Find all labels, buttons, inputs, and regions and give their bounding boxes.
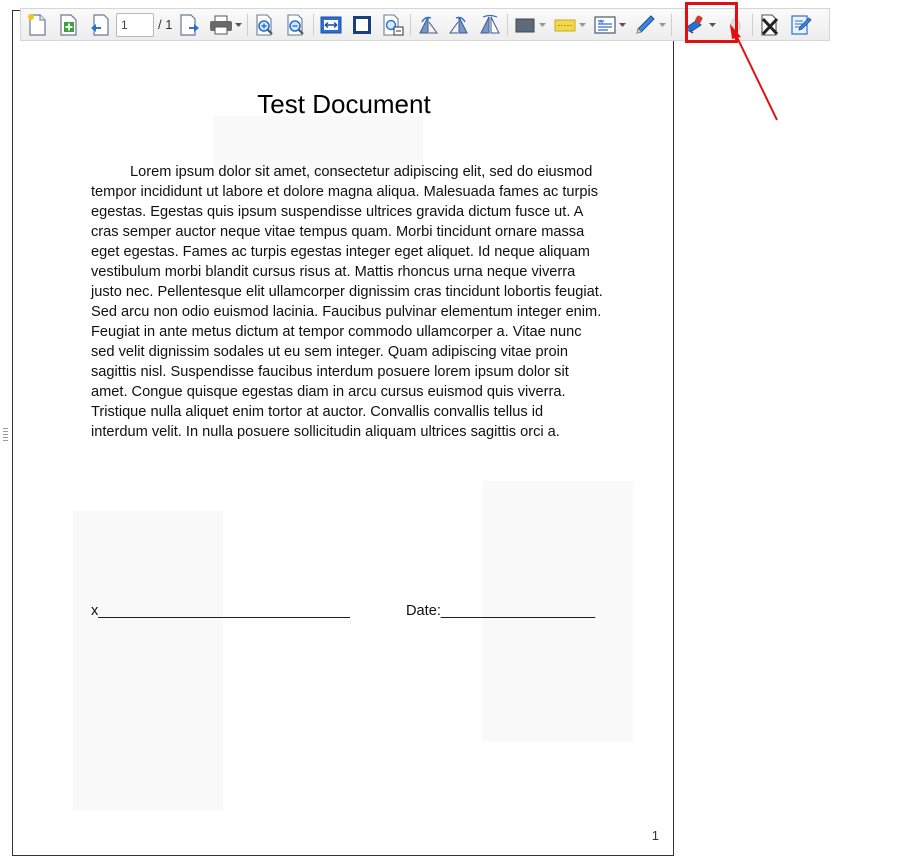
add-page-button[interactable] — [54, 11, 81, 38]
fit-page-button[interactable] — [348, 11, 375, 38]
toolbar-separator — [671, 13, 673, 36]
flip-button[interactable] — [476, 11, 503, 38]
date-line: Date:___________________ — [406, 603, 596, 619]
next-page-button[interactable] — [176, 11, 203, 38]
zoom-out-icon — [287, 13, 304, 36]
toolbar-separator — [410, 13, 412, 36]
previous-page-button[interactable] — [85, 11, 112, 38]
pen-options-dropdown[interactable] — [658, 11, 667, 38]
pen-button[interactable] — [631, 11, 658, 38]
text-box-options-dropdown[interactable] — [618, 11, 627, 38]
signature-line: x_______________________________ — [91, 603, 350, 619]
print-options-dropdown[interactable] — [234, 11, 243, 38]
new-document-button[interactable] — [23, 11, 50, 38]
zoom-in-button[interactable] — [251, 11, 278, 38]
edit-notes-icon — [791, 14, 812, 35]
fit-width-icon — [320, 16, 342, 33]
next-page-icon — [180, 13, 199, 36]
highlight-options-dropdown[interactable] — [578, 11, 587, 38]
page-setup-icon — [383, 13, 404, 36]
flip-icon — [480, 14, 500, 33]
chevron-down-icon — [579, 22, 587, 27]
chevron-down-icon — [659, 22, 667, 27]
rectangle-color-button[interactable] — [511, 11, 538, 38]
toolbar-separator — [507, 13, 509, 36]
rectangle-options-dropdown[interactable] — [538, 11, 547, 38]
zoom-in-icon — [256, 13, 273, 36]
edit-notes-button[interactable] — [787, 11, 814, 38]
rotate-left-icon — [419, 16, 438, 33]
text-box-icon: A — [594, 15, 616, 34]
page-setup-button[interactable] — [379, 11, 406, 38]
highlight-text-button[interactable] — [551, 11, 578, 38]
add-page-icon — [59, 13, 77, 36]
previous-page-icon — [90, 13, 109, 36]
printer-icon — [209, 15, 232, 34]
rectangle-icon — [515, 18, 535, 32]
svg-text:A: A — [599, 20, 603, 26]
document-title: Test Document — [257, 89, 431, 119]
fit-width-button[interactable] — [317, 11, 344, 38]
chevron-down-icon — [619, 22, 627, 27]
rotate-left-button[interactable] — [414, 11, 441, 38]
watermark-block — [73, 511, 223, 811]
print-button[interactable] — [207, 11, 234, 38]
pointer-arrow — [730, 24, 778, 121]
zoom-out-button[interactable] — [282, 11, 309, 38]
pen-icon — [636, 14, 655, 34]
toolbar-separator — [247, 13, 249, 36]
page-total-label: / 1 — [158, 17, 173, 32]
rotate-right-icon — [448, 16, 468, 33]
rotate-right-button[interactable] — [445, 11, 472, 38]
chevron-down-icon — [235, 22, 243, 27]
page-number-input[interactable] — [116, 12, 154, 37]
toolbar-separator — [313, 13, 315, 36]
text-box-button[interactable]: A — [591, 11, 618, 38]
viewer-window: Test Document Lorem ipsum dolor sit amet… — [0, 0, 901, 859]
highlight-text-icon — [554, 19, 576, 31]
chevron-down-icon — [539, 22, 547, 27]
splitter-grip[interactable] — [3, 428, 8, 442]
document-page: Test Document Lorem ipsum dolor sit amet… — [12, 10, 674, 856]
new-document-icon — [27, 13, 46, 36]
fit-page-icon — [352, 15, 371, 34]
document-body-text: Lorem ipsum dolor sit amet, consectetur … — [91, 164, 603, 440]
page-number: 1 — [651, 828, 659, 843]
